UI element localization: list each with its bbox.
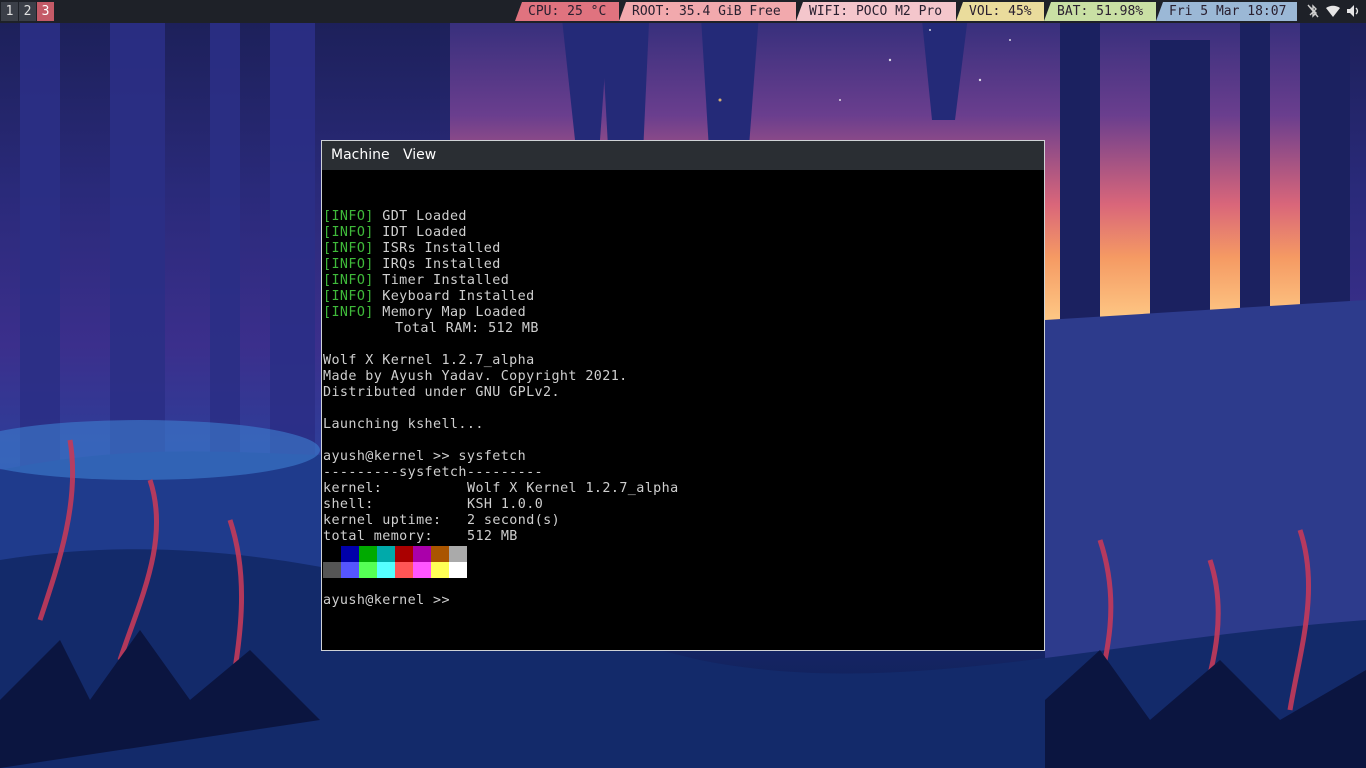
launching-line: Launching kshell... — [323, 417, 484, 432]
boot-line: [INFO] IRQs Installed — [323, 257, 501, 272]
color-swatch — [431, 562, 449, 578]
vm-console[interactable]: [INFO] GDT Loaded [INFO] IDT Loaded [INF… — [323, 170, 1043, 650]
command-line: ayush@kernel >> sysfetch — [323, 449, 527, 464]
boot-line: [INFO] Timer Installed — [323, 273, 510, 288]
info-tag: [INFO] — [323, 289, 374, 304]
color-swatch — [431, 546, 449, 562]
color-swatch — [359, 562, 377, 578]
date-time-status: Fri 5 Mar 18:07 — [1156, 2, 1297, 21]
color-swatch — [395, 562, 413, 578]
kernel-banner: Wolf X Kernel 1.2.7_alpha — [323, 353, 535, 368]
info-tag: [INFO] — [323, 209, 374, 224]
color-swatch — [341, 562, 359, 578]
sysfetch-value: Wolf X Kernel 1.2.7_alpha — [467, 481, 679, 496]
total-ram-line: Total RAM: 512 MB — [395, 321, 539, 336]
menu-machine[interactable]: Machine — [331, 147, 390, 163]
boot-line: [INFO] ISRs Installed — [323, 241, 501, 256]
info-tag: [INFO] — [323, 305, 374, 320]
sysfetch-value: KSH 1.0.0 — [467, 497, 544, 512]
shell-prompt[interactable]: ayush@kernel >> — [323, 593, 450, 609]
menu-view[interactable]: View — [403, 147, 436, 163]
color-swatch — [341, 546, 359, 562]
boot-line: [INFO] Keyboard Installed — [323, 289, 535, 304]
boot-line: [INFO] IDT Loaded — [323, 225, 467, 240]
wifi-icon[interactable] — [1325, 3, 1341, 19]
workspace-2-button[interactable]: 2 — [19, 2, 36, 21]
info-tag: [INFO] — [323, 225, 374, 240]
color-palette — [323, 546, 469, 578]
color-swatch — [323, 546, 341, 562]
workspace-3-button[interactable]: 3 — [37, 2, 54, 21]
boot-line: [INFO] Memory Map Loaded — [323, 305, 527, 320]
volume-status: VOL: 45% — [956, 2, 1044, 21]
sysfetch-key: kernel uptime: — [323, 513, 442, 528]
sysfetch-value: 2 second(s) — [467, 513, 561, 528]
sysfetch-key: shell: — [323, 497, 374, 512]
boot-line: [INFO] GDT Loaded — [323, 209, 467, 224]
color-swatch — [413, 562, 431, 578]
vm-menubar: Machine View — [322, 141, 1044, 170]
wifi-status: WIFI: POCO M2 Pro — [796, 2, 956, 21]
color-swatch — [395, 546, 413, 562]
workspace-1-button[interactable]: 1 — [1, 2, 18, 21]
info-tag: [INFO] — [323, 273, 374, 288]
sysfetch-value: 512 MB — [467, 529, 518, 544]
color-swatch — [377, 562, 395, 578]
copyright-line: Made by Ayush Yadav. Copyright 2021. — [323, 369, 628, 384]
sysfetch-separator: ---------sysfetch--------- — [323, 465, 544, 480]
root-disk-status: ROOT: 35.4 GiB Free — [619, 2, 796, 21]
sysfetch-key: total memory: — [323, 529, 434, 544]
battery-status: BAT: 51.98% — [1044, 2, 1156, 21]
license-line: Distributed under GNU GPLv2. — [323, 385, 560, 400]
sysfetch-key: kernel: — [323, 481, 383, 496]
bluetooth-off-icon[interactable] — [1305, 3, 1321, 19]
color-swatch — [449, 546, 467, 562]
color-swatch — [449, 562, 467, 578]
cpu-temp-status: CPU: 25 °C — [515, 2, 619, 21]
info-tag: [INFO] — [323, 241, 374, 256]
color-swatch — [377, 546, 395, 562]
info-tag: [INFO] — [323, 257, 374, 272]
vm-window[interactable]: Machine View [INFO] GDT Loaded [INFO] ID… — [321, 140, 1045, 651]
color-swatch — [359, 546, 377, 562]
color-swatch — [413, 546, 431, 562]
volume-icon[interactable] — [1345, 3, 1361, 19]
color-swatch — [323, 562, 341, 578]
status-bar: 1 2 3 CPU: 25 °C ROOT: 35.4 GiB Free WIF… — [0, 0, 1366, 23]
